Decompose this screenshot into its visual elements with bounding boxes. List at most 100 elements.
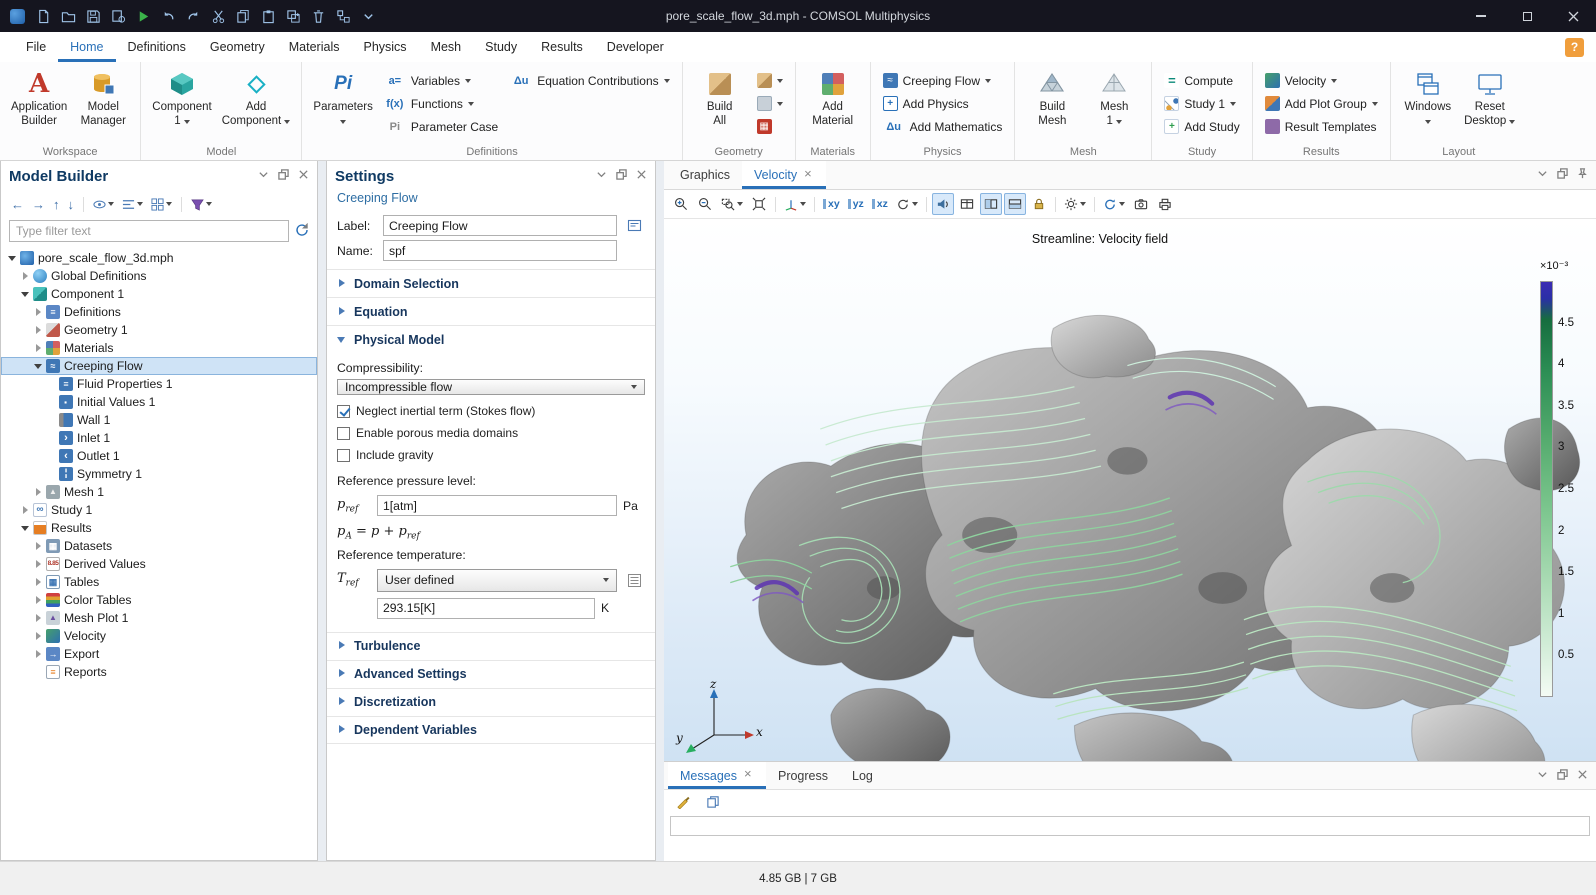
- copy-button[interactable]: [234, 7, 252, 25]
- temperature-list-button[interactable]: [623, 570, 645, 591]
- tab-file[interactable]: File: [14, 32, 58, 62]
- filter-input[interactable]: [9, 220, 289, 242]
- tree-item-tables[interactable]: Tables: [1, 573, 317, 591]
- tab-physics[interactable]: Physics: [351, 32, 418, 62]
- view-yz-button[interactable]: yz: [845, 193, 867, 215]
- tree-item-outlet1[interactable]: Outlet 1: [1, 447, 317, 465]
- split-vertical-button[interactable]: [1004, 193, 1026, 215]
- tab-developer[interactable]: Developer: [595, 32, 676, 62]
- section-equation[interactable]: Equation: [327, 297, 655, 325]
- add-physics-button[interactable]: Add Physics: [879, 92, 1007, 115]
- update-plot-button[interactable]: [1100, 193, 1128, 215]
- tab-study[interactable]: Study: [473, 32, 529, 62]
- print-button[interactable]: [1154, 193, 1176, 215]
- node-grouping-button[interactable]: [149, 198, 174, 211]
- tab-log[interactable]: Log: [840, 762, 885, 789]
- float-panel-icon[interactable]: [278, 169, 289, 183]
- snapshot-button[interactable]: [1130, 193, 1152, 215]
- section-discretization[interactable]: Discretization: [327, 688, 655, 716]
- lock-view-button[interactable]: [1028, 193, 1050, 215]
- panel-menu-icon[interactable]: [1537, 769, 1548, 783]
- graphics-canvas[interactable]: Streamline: Velocity field: [664, 219, 1596, 761]
- close-panel-icon[interactable]: [636, 169, 647, 183]
- velocity-plot-dropdown[interactable]: Velocity: [1261, 69, 1382, 92]
- run-button[interactable]: [134, 7, 152, 25]
- tab-materials[interactable]: Materials: [277, 32, 352, 62]
- close-panel-icon[interactable]: [1577, 769, 1588, 783]
- windows-button[interactable]: Windows: [1399, 67, 1457, 130]
- duplicate-button[interactable]: [284, 7, 302, 25]
- move-up-button[interactable]: ↑: [51, 197, 62, 212]
- zoom-in-button[interactable]: [670, 193, 692, 215]
- result-templates-button[interactable]: Result Templates: [1261, 115, 1382, 138]
- forward-button[interactable]: →: [30, 197, 47, 212]
- panel-menu-icon[interactable]: [596, 169, 607, 183]
- add-component-button[interactable]: AddComponent: [219, 67, 294, 130]
- split-horizontal-button[interactable]: [980, 193, 1002, 215]
- tree-item-inlet1[interactable]: Inlet 1: [1, 429, 317, 447]
- mesh1-button[interactable]: Mesh1: [1085, 67, 1143, 130]
- build-all-button[interactable]: BuildAll: [691, 67, 749, 130]
- section-dependent-variables[interactable]: Dependent Variables: [327, 716, 655, 744]
- compute-button[interactable]: Compute: [1160, 69, 1243, 92]
- float-panel-icon[interactable]: [1557, 168, 1568, 182]
- panel-menu-icon[interactable]: [258, 169, 269, 183]
- tree-item-initial-values[interactable]: Initial Values 1: [1, 393, 317, 411]
- porous-media-checkbox[interactable]: Enable porous media domains: [337, 426, 645, 440]
- compact-history-button[interactable]: [109, 7, 127, 25]
- clear-messages-button[interactable]: [672, 791, 694, 813]
- close-velocity-tab-icon[interactable]: [803, 170, 814, 181]
- close-panel-icon[interactable]: [298, 169, 309, 183]
- minimize-button[interactable]: [1458, 0, 1504, 32]
- label-input[interactable]: [383, 215, 617, 236]
- insert-sequence-button[interactable]: [753, 92, 787, 115]
- rename-button[interactable]: [623, 215, 645, 236]
- reset-desktop-button[interactable]: ResetDesktop: [1461, 67, 1519, 130]
- view-xy-button[interactable]: xy: [820, 193, 843, 215]
- sound-button[interactable]: [932, 193, 954, 215]
- redo-button[interactable]: [184, 7, 202, 25]
- zoom-extents-button[interactable]: [748, 193, 770, 215]
- tree-item-mesh1[interactable]: Mesh 1: [1, 483, 317, 501]
- maximize-button[interactable]: [1504, 0, 1550, 32]
- tree-item-symmetry1[interactable]: Symmetry 1: [1, 465, 317, 483]
- tree-item-global-definitions[interactable]: Global Definitions: [1, 267, 317, 285]
- build-preceding-button[interactable]: [753, 69, 787, 92]
- parameter-case-button[interactable]: PiParameter Case: [380, 115, 502, 138]
- float-panel-icon[interactable]: [616, 169, 627, 183]
- delete-button[interactable]: [309, 7, 327, 25]
- open-file-button[interactable]: [59, 7, 77, 25]
- temperature-input[interactable]: [377, 598, 595, 619]
- tree-item-geometry1[interactable]: Geometry 1: [1, 321, 317, 339]
- scene-light-button[interactable]: [1061, 193, 1089, 215]
- tab-home[interactable]: Home: [58, 32, 115, 62]
- zoom-out-button[interactable]: [694, 193, 716, 215]
- pin-panel-icon[interactable]: [1577, 168, 1588, 182]
- splitter[interactable]: [318, 161, 326, 861]
- cut-button[interactable]: [209, 7, 227, 25]
- section-turbulence[interactable]: Turbulence: [327, 632, 655, 660]
- show-button[interactable]: [91, 198, 116, 211]
- study1-button[interactable]: Study 1: [1160, 92, 1243, 115]
- functions-button[interactable]: f(x)Functions: [380, 92, 502, 115]
- rotate-view-button[interactable]: [893, 193, 921, 215]
- customize-toolbar-button[interactable]: [359, 7, 377, 25]
- messages-output[interactable]: [670, 816, 1590, 836]
- tree-item-wall1[interactable]: Wall 1: [1, 411, 317, 429]
- filter-button[interactable]: [189, 198, 214, 211]
- include-gravity-checkbox[interactable]: Include gravity: [337, 448, 645, 462]
- default-view-button[interactable]: [781, 193, 809, 215]
- add-plot-group-button[interactable]: Add Plot Group: [1261, 92, 1382, 115]
- table-view-button[interactable]: [956, 193, 978, 215]
- tab-results[interactable]: Results: [529, 32, 595, 62]
- undo-button[interactable]: [159, 7, 177, 25]
- new-file-button[interactable]: [34, 7, 52, 25]
- component-button[interactable]: Component1: [149, 67, 214, 130]
- tref-select[interactable]: User defined: [377, 569, 617, 592]
- add-mathematics-button[interactable]: ΔuAdd Mathematics: [879, 115, 1007, 138]
- back-button[interactable]: ←: [9, 197, 26, 212]
- add-material-button[interactable]: AddMaterial: [804, 67, 862, 130]
- splitter[interactable]: [656, 161, 664, 861]
- tree-item-datasets[interactable]: Datasets: [1, 537, 317, 555]
- application-builder-button[interactable]: ApplicationBuilder: [8, 67, 70, 130]
